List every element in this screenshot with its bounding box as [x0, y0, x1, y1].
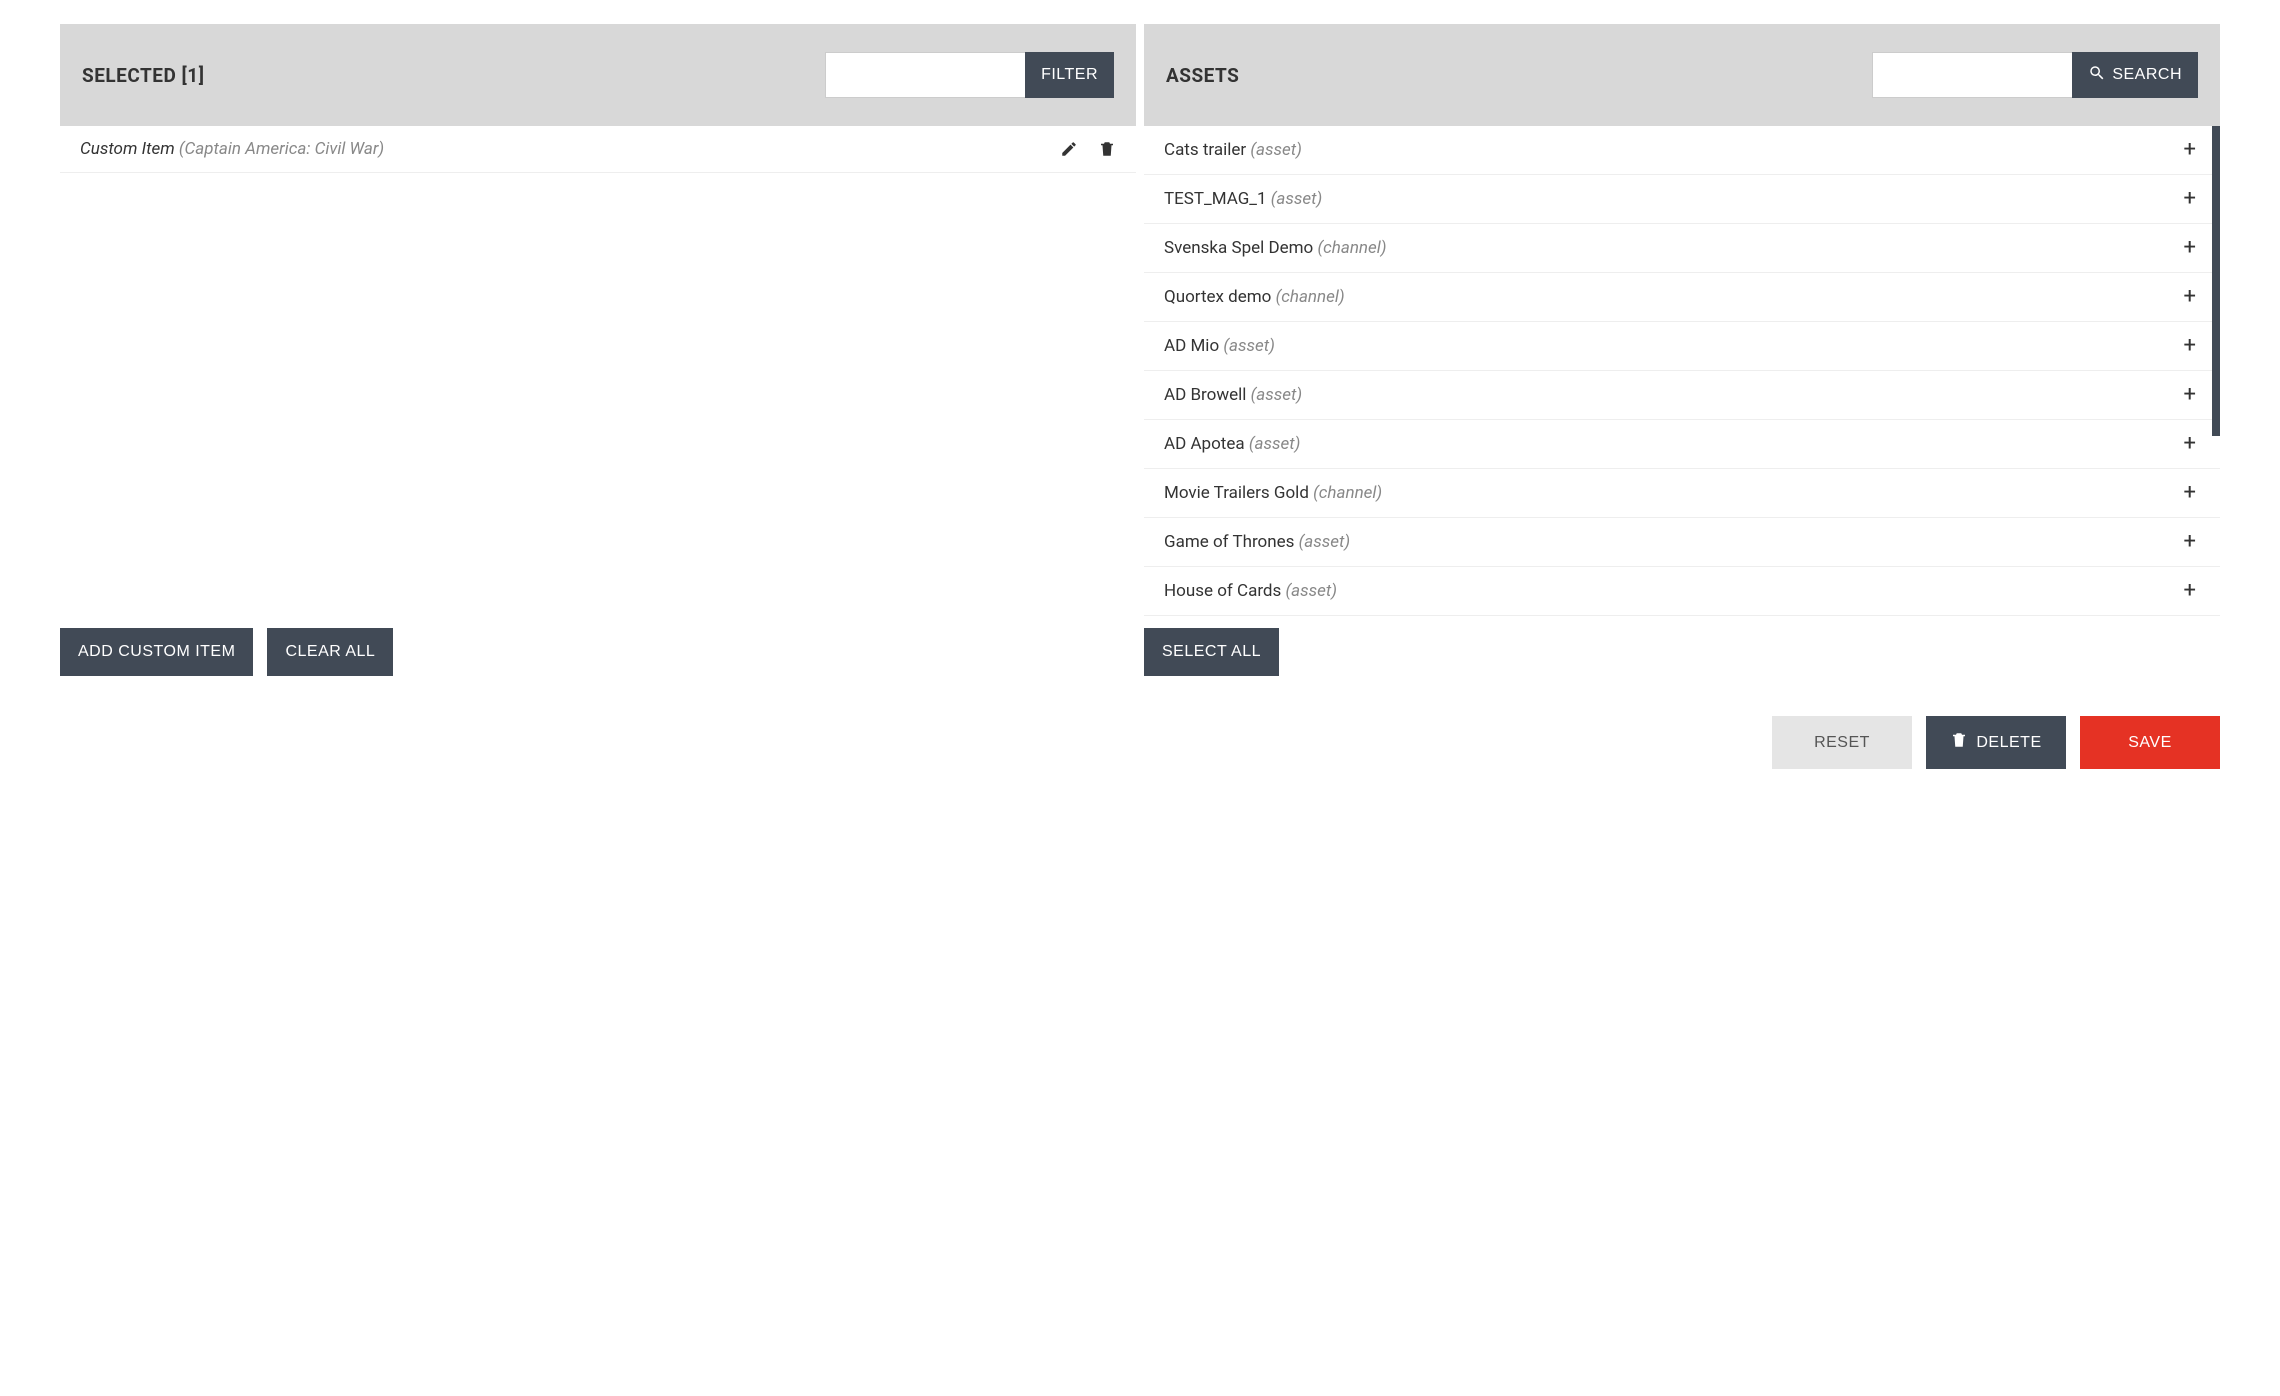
selected-row: Custom Item (Captain America: Civil War) [60, 126, 1136, 173]
add-asset-icon[interactable]: + [2180, 580, 2200, 602]
asset-item-label: Cats trailer (asset) [1164, 140, 2180, 160]
asset-row: Cats trailer (asset)+ [1144, 126, 2220, 175]
asset-item-name: House of Cards [1164, 581, 1281, 601]
selected-list: Custom Item (Captain America: Civil War) [60, 126, 1136, 616]
assets-header: ASSETS SEARCH [1144, 24, 2220, 126]
asset-item-meta: (asset) [1250, 140, 1302, 160]
search-button-label: SEARCH [2112, 66, 2182, 84]
asset-item-label: House of Cards (asset) [1164, 581, 2180, 601]
add-asset-icon[interactable]: + [2180, 139, 2200, 161]
scrollbar-thumb[interactable] [2212, 126, 2220, 436]
asset-row: TEST_MAG_1 (asset)+ [1144, 175, 2220, 224]
asset-item-meta: (asset) [1251, 385, 1303, 405]
asset-item-name: Quortex demo [1164, 287, 1271, 307]
asset-item-label: Game of Thrones (asset) [1164, 532, 2180, 552]
add-asset-icon[interactable]: + [2180, 188, 2200, 210]
asset-row: AD Browell (asset)+ [1144, 371, 2220, 420]
asset-item-label: AD Mio (asset) [1164, 336, 2180, 356]
asset-item-label: Svenska Spel Demo (channel) [1164, 238, 2180, 258]
delete-button[interactable]: DELETE [1926, 716, 2066, 769]
edit-icon[interactable] [1060, 140, 1078, 158]
add-asset-icon[interactable]: + [2180, 286, 2200, 308]
add-asset-icon[interactable]: + [2180, 237, 2200, 259]
selected-title: SELECTED [1] [82, 64, 204, 87]
asset-item-name: Movie Trailers Gold [1164, 483, 1309, 503]
asset-item-label: AD Apotea (asset) [1164, 434, 2180, 454]
save-button[interactable]: SAVE [2080, 716, 2220, 769]
delete-button-label: DELETE [1976, 734, 2041, 752]
asset-row: AD Apotea (asset)+ [1144, 420, 2220, 469]
search-icon [2088, 64, 2106, 87]
asset-item-name: AD Browell [1164, 385, 1246, 405]
asset-row: Svenska Spel Demo (channel)+ [1144, 224, 2220, 273]
selected-item-meta: (Captain America: Civil War) [179, 139, 384, 159]
asset-row: Quortex demo (channel)+ [1144, 273, 2220, 322]
asset-row: House of Cards (asset)+ [1144, 567, 2220, 616]
asset-item-meta: (asset) [1249, 434, 1301, 454]
asset-item-label: AD Browell (asset) [1164, 385, 2180, 405]
footer: RESET DELETE SAVE [24, 676, 2256, 789]
asset-row: Movie Trailers Gold (channel)+ [1144, 469, 2220, 518]
asset-item-label: Movie Trailers Gold (channel) [1164, 483, 2180, 503]
asset-item-meta: (asset) [1223, 336, 1275, 356]
filter-button[interactable]: FILTER [1025, 52, 1114, 98]
asset-item-name: Svenska Spel Demo [1164, 238, 1313, 258]
trash-icon [1950, 731, 1968, 754]
asset-item-meta: (channel) [1317, 238, 1386, 258]
selected-item-label: Custom Item (Captain America: Civil War) [80, 139, 1060, 159]
asset-item-meta: (asset) [1271, 189, 1323, 209]
add-asset-icon[interactable]: + [2180, 531, 2200, 553]
clear-all-button[interactable]: CLEAR ALL [267, 628, 393, 676]
selected-button-row: ADD CUSTOM ITEM CLEAR ALL [60, 616, 1136, 676]
asset-row: Game of Thrones (asset)+ [1144, 518, 2220, 567]
trash-icon[interactable] [1098, 140, 1116, 158]
selected-header: SELECTED [1] FILTER [60, 24, 1136, 126]
add-asset-icon[interactable]: + [2180, 433, 2200, 455]
asset-item-name: TEST_MAG_1 [1164, 189, 1267, 209]
search-button[interactable]: SEARCH [2072, 52, 2198, 98]
add-asset-icon[interactable]: + [2180, 482, 2200, 504]
selected-column: SELECTED [1] FILTER Custom Item (Captain… [60, 24, 1136, 676]
asset-item-meta: (asset) [1299, 532, 1351, 552]
add-custom-item-button[interactable]: ADD CUSTOM ITEM [60, 628, 253, 676]
assets-column: ASSETS SEARCH Cats trailer (asset)+TEST_… [1144, 24, 2220, 676]
add-asset-icon[interactable]: + [2180, 384, 2200, 406]
assets-title: ASSETS [1166, 64, 1239, 87]
selected-item-name: Custom Item [80, 139, 175, 159]
asset-item-meta: (channel) [1276, 287, 1345, 307]
filter-group: FILTER [825, 52, 1114, 98]
filter-input[interactable] [825, 52, 1025, 98]
filter-button-label: FILTER [1041, 66, 1098, 84]
asset-row: AD Mio (asset)+ [1144, 322, 2220, 371]
asset-item-name: AD Mio [1164, 336, 1219, 356]
search-group: SEARCH [1872, 52, 2198, 98]
assets-button-row: SELECT ALL [1144, 616, 2220, 676]
assets-list[interactable]: Cats trailer (asset)+TEST_MAG_1 (asset)+… [1144, 126, 2220, 616]
asset-item-name: AD Apotea [1164, 434, 1245, 454]
reset-button[interactable]: RESET [1772, 716, 1912, 769]
asset-item-label: TEST_MAG_1 (asset) [1164, 189, 2180, 209]
asset-item-meta: (asset) [1286, 581, 1338, 601]
asset-item-meta: (channel) [1313, 483, 1382, 503]
asset-item-label: Quortex demo (channel) [1164, 287, 2180, 307]
asset-item-name: Game of Thrones [1164, 532, 1294, 552]
select-all-button[interactable]: SELECT ALL [1144, 628, 1279, 676]
search-input[interactable] [1872, 52, 2072, 98]
add-asset-icon[interactable]: + [2180, 335, 2200, 357]
asset-item-name: Cats trailer [1164, 140, 1246, 160]
